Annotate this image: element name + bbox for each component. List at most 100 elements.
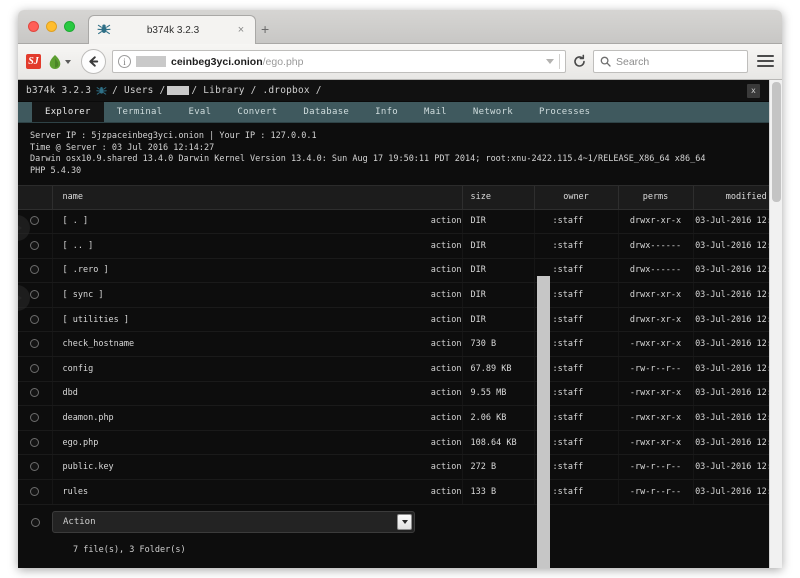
file-name-link[interactable]: [ .. ] [63, 241, 431, 251]
file-name-cell: [ utilities ] action [52, 307, 463, 333]
file-name-cell: [ .rero ] action [52, 258, 463, 284]
file-name-link[interactable]: rules [63, 487, 431, 497]
file-name-cell: check_hostname action [52, 331, 463, 358]
row-select-radio[interactable] [30, 314, 40, 324]
file-name-link[interactable]: config [63, 364, 431, 374]
row-select-radio[interactable] [30, 290, 40, 300]
row-select-radio[interactable] [30, 388, 40, 398]
row-select-radio[interactable] [30, 216, 40, 226]
tab-terminal[interactable]: Terminal [104, 102, 176, 122]
file-name-link[interactable]: check_hostname [63, 339, 431, 349]
file-perms-cell: drwx------ [618, 258, 694, 284]
search-box[interactable]: Search [593, 50, 748, 73]
file-name-link[interactable]: public.key [63, 462, 431, 472]
toolbar-divider [559, 54, 560, 69]
table-row[interactable]: ego.php action 108.64 KB:staff -rwxr-xr-x 03… [18, 430, 782, 456]
file-count-status: 7 file(s), 3 Folder(s) [73, 544, 186, 555]
row-action-link[interactable]: action [431, 265, 461, 275]
col-header-name[interactable]: name [52, 186, 463, 210]
row-action-link[interactable]: action [431, 364, 461, 374]
hamburger-menu-icon[interactable] [757, 54, 774, 69]
row-select-radio[interactable] [30, 339, 40, 349]
tab-explorer[interactable]: Explorer [32, 102, 104, 122]
tab-close-icon[interactable]: × [233, 24, 249, 36]
file-name-link[interactable]: deamon.php [63, 413, 431, 423]
file-name-link[interactable]: [ .rero ] [63, 265, 431, 275]
table-row[interactable]: deamon.php action 2.06 KB:staff -rwxr-xr-x 0… [18, 405, 782, 431]
row-action-link[interactable]: action [431, 438, 461, 448]
file-perms-cell: -rwxr-xr-x [618, 331, 694, 358]
row-select-radio[interactable] [30, 240, 40, 250]
table-row[interactable]: rules action 133 B:staff -rw-r--r-- 03-Jul-2… [18, 479, 782, 505]
table-row[interactable]: [ . ] action DIR:staff drwxr-xr-x 03-Jul-201… [18, 209, 782, 235]
tab-network[interactable]: Network [460, 102, 526, 122]
col-header-owner[interactable]: owner [534, 186, 619, 210]
table-header: name size owner perms modified [18, 186, 782, 210]
file-perms-cell: -rw-r--r-- [618, 479, 694, 505]
address-dropdown-icon[interactable] [546, 59, 554, 64]
file-name-link[interactable]: [ . ] [63, 216, 431, 226]
breadcrumb-tail[interactable]: / Library / .dropbox / [191, 85, 321, 96]
tab-processes[interactable]: Processes [526, 102, 603, 122]
back-button[interactable] [81, 49, 106, 74]
file-name-cell: config action [52, 356, 463, 382]
tab-database[interactable]: Database [290, 102, 362, 122]
row-action-link[interactable]: action [431, 388, 461, 398]
table-row[interactable]: [ sync ] action DIR:staff drwxr-xr-x 03-Jul-… [18, 282, 782, 308]
select-all-radio[interactable] [30, 518, 40, 528]
browser-tab[interactable]: b374k 3.2.3 × [88, 15, 256, 44]
table-row[interactable]: [ .. ] action DIR:staff drwx------ 03-Jul-20… [18, 233, 782, 259]
row-action-link[interactable]: action [431, 216, 461, 226]
maximize-window-button[interactable] [64, 21, 75, 32]
row-select-radio[interactable] [30, 265, 40, 275]
chevron-down-icon[interactable] [65, 59, 71, 64]
stumbleupon-extension-icon[interactable]: SJ [26, 54, 41, 69]
row-action-link[interactable]: action [431, 462, 461, 472]
col-header-perms[interactable]: perms [618, 186, 694, 210]
page-info-icon[interactable]: i [118, 55, 131, 68]
row-select-radio[interactable] [30, 363, 40, 373]
table-row[interactable]: config action 67.89 KB:staff -rw-r--r-- 03-J… [18, 356, 782, 382]
row-action-link[interactable]: action [431, 413, 461, 423]
col-header-size[interactable]: size [462, 186, 535, 210]
tor-onion-icon[interactable] [47, 54, 71, 70]
page-scrollbar[interactable] [769, 80, 782, 568]
tab-convert[interactable]: Convert [224, 102, 290, 122]
table-body: [ . ] action DIR:staff drwxr-xr-x 03-Jul-201… [18, 209, 782, 505]
address-bar[interactable]: i ceinbeg3yci.onion/ego.php [112, 50, 566, 73]
scrollbar-thumb[interactable] [772, 82, 781, 202]
row-select-radio[interactable] [30, 486, 40, 496]
reload-icon[interactable] [572, 54, 587, 69]
file-perms-cell: drwxr-xr-x [618, 307, 694, 333]
table-row[interactable]: [ utilities ] action DIR:staff drwxr-xr-x 03… [18, 307, 782, 333]
tab-info[interactable]: Info [362, 102, 411, 122]
table-row[interactable]: dbd action 9.55 MB:staff -rwxr-xr-x 03-Jul-2… [18, 381, 782, 407]
chevron-down-icon[interactable] [397, 513, 412, 530]
row-select-radio[interactable] [30, 462, 40, 472]
row-action-link[interactable]: action [431, 290, 461, 300]
file-name-link[interactable]: [ sync ] [63, 290, 431, 300]
row-select-radio[interactable] [30, 413, 40, 423]
row-action-link[interactable]: action [431, 487, 461, 497]
row-select-radio[interactable] [30, 437, 40, 447]
file-name-link[interactable]: ego.php [63, 438, 431, 448]
table-row[interactable]: check_hostname action 730 B:staff -rwxr-xr-… [18, 331, 782, 358]
table-row[interactable]: public.key action 272 B:staff -rw-r--r-- 03-… [18, 454, 782, 481]
table-row[interactable]: [ .rero ] action DIR:staff drwx------ 03-Jul… [18, 258, 782, 284]
close-icon[interactable]: x [747, 84, 760, 98]
file-name-link[interactable]: dbd [63, 388, 431, 398]
row-action-link[interactable]: action [431, 339, 461, 349]
file-name-link[interactable]: [ utilities ] [63, 315, 431, 325]
minimize-window-button[interactable] [46, 21, 57, 32]
file-perms-cell: -rw-r--r-- [618, 356, 694, 382]
tab-mail[interactable]: Mail [411, 102, 460, 122]
new-tab-button[interactable]: + [261, 22, 269, 36]
file-perms-cell: drwx------ [618, 233, 694, 259]
file-perms-cell: -rwxr-xr-x [618, 381, 694, 407]
breadcrumb-users[interactable]: / Users / [112, 85, 165, 96]
action-select[interactable]: Action [52, 510, 415, 533]
close-window-button[interactable] [28, 21, 39, 32]
row-action-link[interactable]: action [431, 315, 461, 325]
tab-eval[interactable]: Eval [176, 102, 225, 122]
row-action-link[interactable]: action [431, 241, 461, 251]
